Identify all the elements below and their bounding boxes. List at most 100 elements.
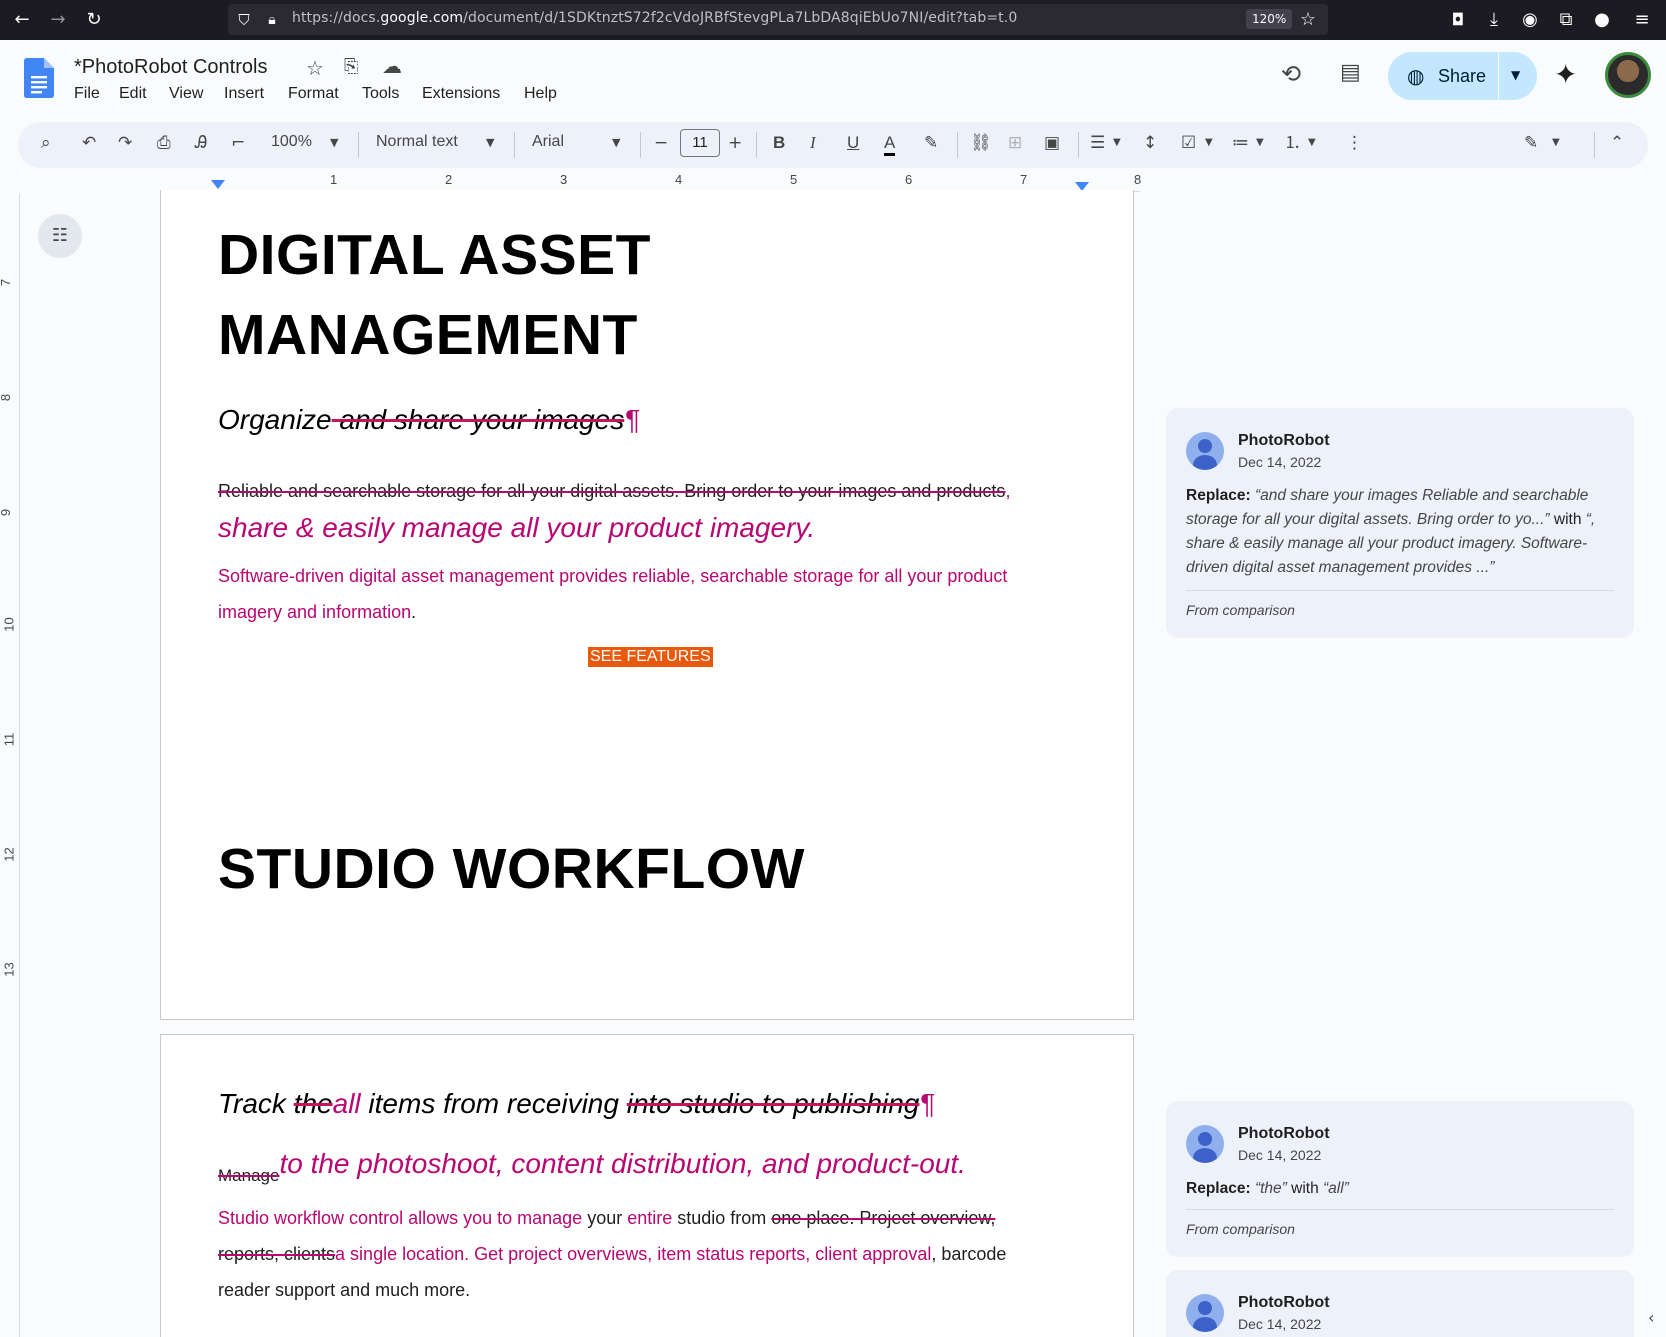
forward-icon[interactable]: → [46,8,70,32]
download-icon[interactable]: ⤓ [1482,8,1506,32]
comment-author: PhotoRobot [1238,1125,1330,1142]
docs-logo-icon[interactable] [24,58,54,98]
chevron-down-icon[interactable]: ▼ [1113,133,1121,153]
bold-icon[interactable]: B [773,133,785,153]
bookmark-star-icon[interactable]: ☆ [1296,8,1320,32]
align-left-icon[interactable]: ☰ [1090,133,1105,153]
document-title[interactable]: *PhotoRobot Controls [74,56,267,79]
collapse-menus-icon[interactable]: ⌃ [1610,133,1624,153]
editing-mode-icon[interactable]: ✎ [1524,133,1538,153]
chevron-down-icon[interactable]: ▼ [330,133,338,153]
ruler-number: 8 [0,394,13,401]
lock-icon[interactable]: 🔒︎ [260,8,284,32]
link-icon[interactable]: ⛓ [970,133,992,153]
extensions-icon[interactable]: ⧉ [1554,8,1578,32]
subheading-organize[interactable]: Organize and share your images¶ [218,404,639,436]
paragraph-manage[interactable]: Manageto the photoshoot, content distrib… [218,1148,966,1188]
account-icon[interactable]: ◉ [1518,8,1542,32]
suggestion-comment[interactable]: PhotoRobot Dec 14, 2022 Replace: “the” w… [1166,1101,1634,1257]
paragraph-workflow-line2[interactable]: reports, clientsa single location. Get p… [218,1244,1006,1265]
left-indent-marker[interactable] [211,180,225,189]
menu-view[interactable]: View [169,85,203,103]
ruler-number: 7 [1020,172,1028,187]
text-color-icon[interactable]: A [884,133,896,156]
font-size-input[interactable]: 11 [680,129,720,157]
chevron-down-icon[interactable]: ▼ [1308,133,1316,153]
font-select[interactable]: Arial [532,133,564,151]
more-options-icon[interactable]: ⋮ [1346,133,1363,153]
paragraph-inserted-heading[interactable]: share & easily manage all your product i… [218,512,815,544]
menu-format[interactable]: Format [288,85,339,103]
chevron-down-icon[interactable]: ▼ [1205,133,1213,153]
shield-icon[interactable]: ⛉ [232,8,256,32]
comment-body: Replace: “the” with “all” [1186,1180,1349,1197]
line-spacing-icon[interactable]: ↕ [1143,133,1157,153]
style-select[interactable]: Normal text [376,133,458,151]
undo-icon[interactable]: ↶ [82,133,96,153]
side-panel-toggle-icon[interactable]: ‹ [1648,1308,1654,1327]
comment-divider [1186,590,1614,591]
checklist-icon[interactable]: ☑ [1181,133,1196,153]
back-icon[interactable]: ← [10,8,34,32]
insert-image-icon[interactable]: ▣ [1044,133,1060,153]
print-icon[interactable]: ⎙ [157,133,171,153]
paint-format-icon[interactable]: ⌐ [231,133,245,153]
heading-digital-asset[interactable]: DIGITAL ASSET [218,222,651,288]
menu-tools[interactable]: Tools [362,85,399,103]
pocket-icon[interactable]: ◘ [1446,8,1470,32]
ruler-number: 2 [445,172,453,187]
paragraph-workflow-line1[interactable]: Studio workflow control allows you to ma… [218,1208,995,1229]
toolbar-divider [957,132,958,158]
menu-file[interactable]: File [74,85,100,103]
comments-icon[interactable]: ▤ [1340,60,1361,85]
subheading-track-items[interactable]: Track theall items from receiving into s… [218,1088,934,1120]
paragraph-inserted-line1[interactable]: Software-driven digital asset management… [218,566,1007,587]
move-folder-icon[interactable]: ⎘ [344,56,358,77]
profile-icon[interactable]: ● [1590,8,1614,32]
comment-date: Dec 14, 2022 [1238,1147,1322,1163]
url-text[interactable]: https://docs.google.com/document/d/1SDKt… [292,10,1017,26]
menu-extensions[interactable]: Extensions [422,85,500,103]
redo-icon[interactable]: ↷ [118,133,132,153]
see-features-button[interactable]: SEE FEATURES [588,647,713,667]
menu-edit[interactable]: Edit [119,85,147,103]
outline-icon: ☷ [51,225,69,246]
highlight-icon[interactable]: ✎ [924,133,938,153]
cloud-status-icon[interactable]: ☁ [382,54,402,78]
chevron-down-icon[interactable]: ▼ [1552,133,1560,153]
add-comment-icon[interactable]: ⊞ [1008,133,1022,153]
underline-icon[interactable]: U [847,133,859,153]
chevron-down-icon[interactable]: ▼ [612,133,620,153]
star-icon[interactable]: ☆ [306,56,324,80]
suggestion-comment[interactable]: PhotoRobot Dec 14, 2022 [1166,1270,1634,1337]
reload-icon[interactable]: ↻ [82,8,106,32]
comment-date: Dec 14, 2022 [1238,454,1322,470]
paragraph-deleted[interactable]: Reliable and searchable storage for all … [218,481,1010,502]
horizontal-ruler[interactable] [160,172,1140,192]
gemini-sparkle-icon[interactable]: ✦ [1554,58,1577,91]
heading-management[interactable]: MANAGEMENT [218,302,638,368]
paragraph-inserted-line2[interactable]: imagery and information. [218,602,416,623]
bulleted-list-icon[interactable]: ≔ [1232,133,1249,153]
document-outline-button[interactable]: ☷ [38,214,82,258]
vertical-ruler[interactable] [0,194,20,1337]
chevron-down-icon[interactable]: ▼ [486,133,494,153]
chevron-down-icon[interactable]: ▼ [1256,133,1264,153]
version-history-icon[interactable]: ⟲ [1281,60,1301,88]
paragraph-workflow-line3[interactable]: reader support and much more. [218,1280,470,1301]
app-menu-icon[interactable]: ≡ [1630,8,1654,32]
heading-studio-workflow[interactable]: STUDIO WORKFLOW [218,836,805,902]
zoom-badge[interactable]: 120% [1246,9,1293,29]
increase-font-size-icon[interactable]: + [728,133,742,153]
italic-icon[interactable]: I [810,133,816,153]
user-avatar[interactable] [1605,52,1651,98]
decrease-font-size-icon[interactable]: − [654,133,668,153]
menu-insert[interactable]: Insert [224,85,264,103]
menu-help[interactable]: Help [524,85,557,103]
zoom-select[interactable]: 100% [271,133,312,151]
spellcheck-icon[interactable]: Ꭿ [195,133,207,153]
search-icon[interactable]: ⌕ [41,133,51,153]
suggestion-comment[interactable]: PhotoRobot Dec 14, 2022 Replace: “and sh… [1166,408,1634,638]
numbered-list-icon[interactable]: ⒈ [1284,133,1301,153]
formatting-toolbar [18,122,1648,168]
